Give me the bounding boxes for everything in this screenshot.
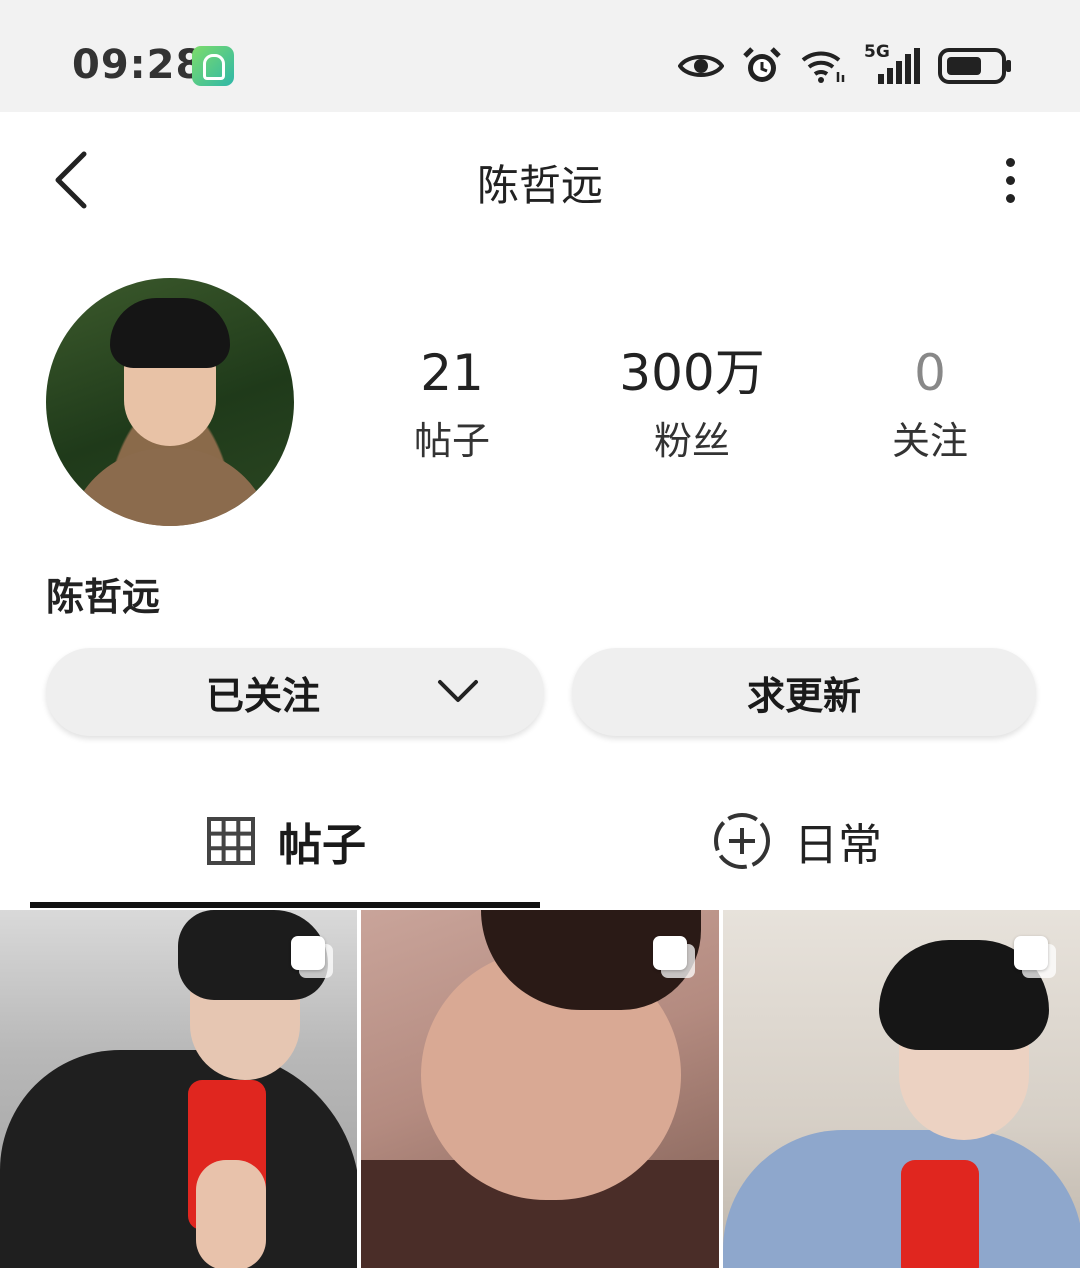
following-label: 关注 [891, 419, 968, 463]
multiple-photos-icon [291, 936, 335, 980]
battery-icon [938, 48, 1011, 84]
photo-content [900, 1160, 979, 1268]
request-update-label: 求更新 [746, 673, 861, 718]
photo-content [0, 1050, 358, 1268]
profile-avatar[interactable] [46, 278, 294, 526]
stat-posts[interactable]: 21 帖子 [352, 340, 552, 465]
following-count: 0 [914, 344, 946, 402]
status-time: 09:28 [72, 42, 205, 88]
tab-daily-label: 日常 [794, 820, 882, 871]
page-title: 陈哲远 [476, 161, 603, 210]
eye-icon [678, 55, 724, 77]
profile-name: 陈哲远 [46, 575, 161, 619]
tab-daily[interactable]: 日常 [712, 806, 882, 876]
multiple-photos-icon [652, 936, 697, 980]
more-options-button[interactable] [988, 150, 1032, 210]
dashed-plus-circle-icon [714, 813, 770, 869]
status-bar: 09:28 5G [0, 0, 1080, 112]
more-dot-icon [1005, 193, 1015, 203]
posts-label: 帖子 [413, 419, 490, 463]
stat-followers[interactable]: 300万 粉丝 [592, 340, 792, 465]
multiple-photos-icon [1013, 936, 1058, 980]
post-grid [0, 910, 1080, 1268]
chevron-down-icon [438, 680, 478, 702]
tab-posts-label: 帖子 [278, 820, 366, 871]
tab-posts[interactable]: 帖子 [206, 806, 366, 876]
top-nav-bar: 陈哲远 [0, 112, 1080, 248]
more-dot-icon [1005, 157, 1015, 167]
photo-content [196, 1160, 266, 1268]
grid-icon [207, 817, 255, 865]
cellular-signal: 5G [864, 42, 920, 86]
alarm-icon [743, 47, 781, 82]
following-button-label: 已关注 [206, 673, 321, 718]
wifi-icon [801, 51, 845, 83]
followers-label: 粉丝 [653, 419, 730, 463]
chevron-left-icon [55, 151, 87, 209]
signal-bars-icon [878, 48, 920, 84]
posts-count: 21 [420, 344, 484, 402]
post-thumbnail[interactable] [0, 910, 358, 1268]
back-button[interactable] [40, 142, 100, 218]
following-dropdown-button[interactable]: 已关注 [46, 648, 544, 736]
ai-app-icon [192, 46, 234, 86]
post-thumbnail[interactable] [722, 910, 1080, 1268]
post-thumbnail[interactable] [361, 910, 719, 1268]
active-tab-indicator [30, 902, 540, 908]
status-icons: 5G [678, 42, 1012, 88]
request-update-button[interactable]: 求更新 [572, 648, 1036, 736]
stat-following[interactable]: 0 关注 [830, 340, 1030, 465]
more-dot-icon [1005, 175, 1015, 185]
followers-count: 300万 [619, 344, 765, 402]
